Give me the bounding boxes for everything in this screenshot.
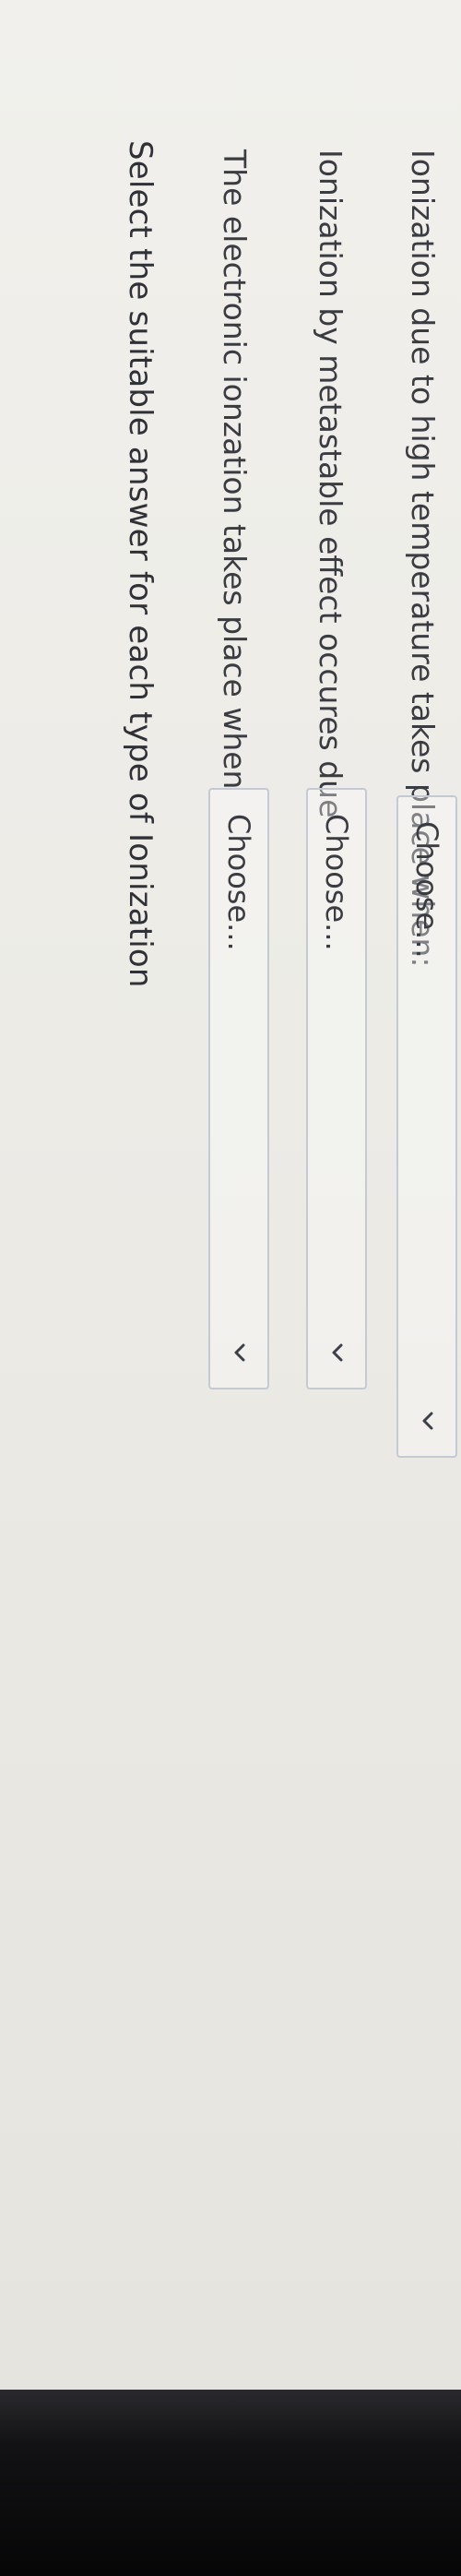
select-value: Choose... (409, 821, 444, 959)
question-panel: Select the suitable answer for each type… (0, 0, 461, 2362)
select-value: Choose... (221, 814, 256, 951)
answer-select-electronic-ionization[interactable]: Choose... (208, 788, 269, 1389)
answer-select-high-temperature-ionization[interactable]: Choose... (396, 795, 457, 1458)
row-label-metastable-ionization: Ionization by metastable effect occures … (313, 149, 349, 818)
chevron-down-icon (227, 1340, 253, 1366)
select-value: Choose... (319, 814, 354, 951)
chevron-down-icon (415, 1408, 441, 1434)
answer-select-metastable-ionization[interactable]: Choose... (306, 788, 367, 1389)
row-label-electronic-ionization: The electronic ionzation takes place whe… (217, 149, 253, 790)
photo-stage: Select the suitable answer for each type… (0, 0, 461, 2576)
chevron-down-icon (325, 1340, 350, 1366)
monitor-bezel (0, 2390, 461, 2576)
question-title: Select the suitable answer for each type… (122, 140, 159, 988)
